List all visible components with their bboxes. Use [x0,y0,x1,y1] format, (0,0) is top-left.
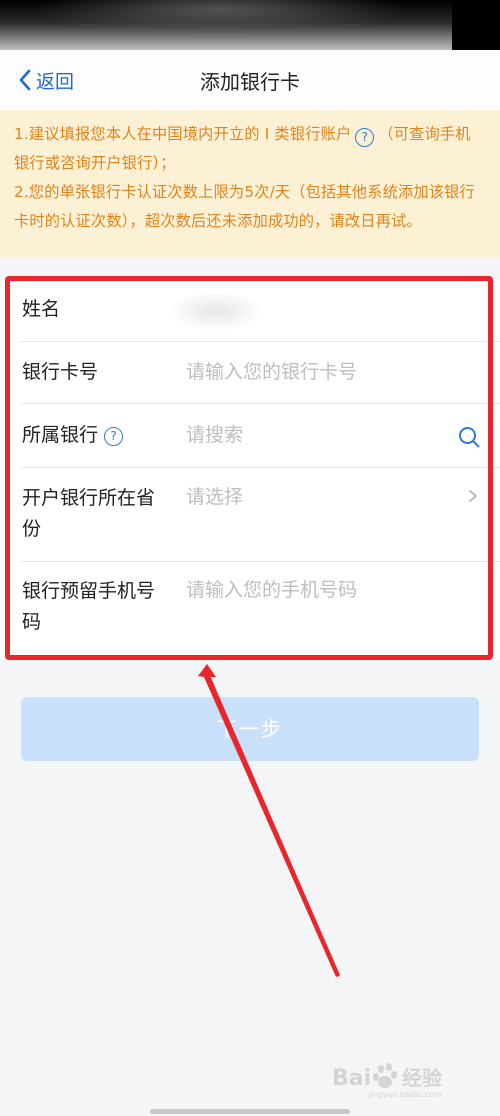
card-number-label: 银行卡号 [22,361,99,383]
search-icon[interactable] [458,426,480,448]
province-row[interactable]: 开户银行所在省份 请选择 [0,468,500,562]
bank-label: 所属银行 [22,424,99,446]
nav-bar: 返回 添加银行卡 [0,50,500,110]
status-bar-corner [452,0,500,50]
page-title: 添加银行卡 [200,70,300,94]
bank-row[interactable]: 所属银行? 请搜索 [0,404,500,468]
svg-text:jingyan.baidu.com: jingyan.baidu.com [367,1090,442,1099]
name-label: 姓名 [22,298,61,320]
province-select[interactable]: 请选择 [186,482,243,513]
baidu-jingyan-logo: Bai 经验 jingyan.baidu.com [332,1063,442,1099]
status-bar [0,0,500,50]
question-circle-icon[interactable]: ? [355,128,375,147]
card-number-input[interactable]: 请输入您的银行卡号 [186,357,357,388]
phone-row[interactable]: 银行预留手机号码 请输入您的手机号码 [0,562,500,660]
province-label: 开户银行所在省份 [22,487,156,540]
notice-line-1-text: 1.建议填报您本人在中国境内开立的 I 类银行账户 [14,125,352,143]
phone-input[interactable]: 请输入您的手机号码 [186,575,357,606]
svg-text:Bai: Bai [332,1066,371,1091]
notice-line-1: 1.建议填报您本人在中国境内开立的 I 类银行账户? （可查询手机银行或咨询开户银… [14,120,486,178]
home-indicator [150,1109,350,1114]
chevron-right-icon[interactable] [468,489,478,503]
name-value-redacted [168,290,264,332]
notice-banner: 1.建议填报您本人在中国境内开立的 I 类银行账户? （可查询手机银行或咨询开户银… [0,110,500,258]
phone-label: 银行预留手机号码 [22,580,156,633]
svg-text:经验: 经验 [402,1066,442,1090]
watermark: Bai 经验 jingyan.baidu.com [332,1055,472,1099]
bank-card-form: 姓名 银行卡号 请输入您的银行卡号 所属银行? 请搜索 开户银行所在省份 请选择… [0,280,500,660]
notice-line-2: 2.您的单张银行卡认证次数上限为5次/天（包括其他系统添加该银行卡时的认证次数）… [14,183,475,230]
bank-label-group: 所属银行? [22,420,124,451]
status-bar-blur [0,0,452,50]
bank-search-input[interactable]: 请搜索 [186,420,243,451]
card-number-row[interactable]: 银行卡号 请输入您的银行卡号 [0,342,500,404]
next-step-button[interactable]: 下一步 [21,697,479,761]
question-circle-icon[interactable]: ? [104,427,124,446]
name-row: 姓名 [0,280,500,342]
